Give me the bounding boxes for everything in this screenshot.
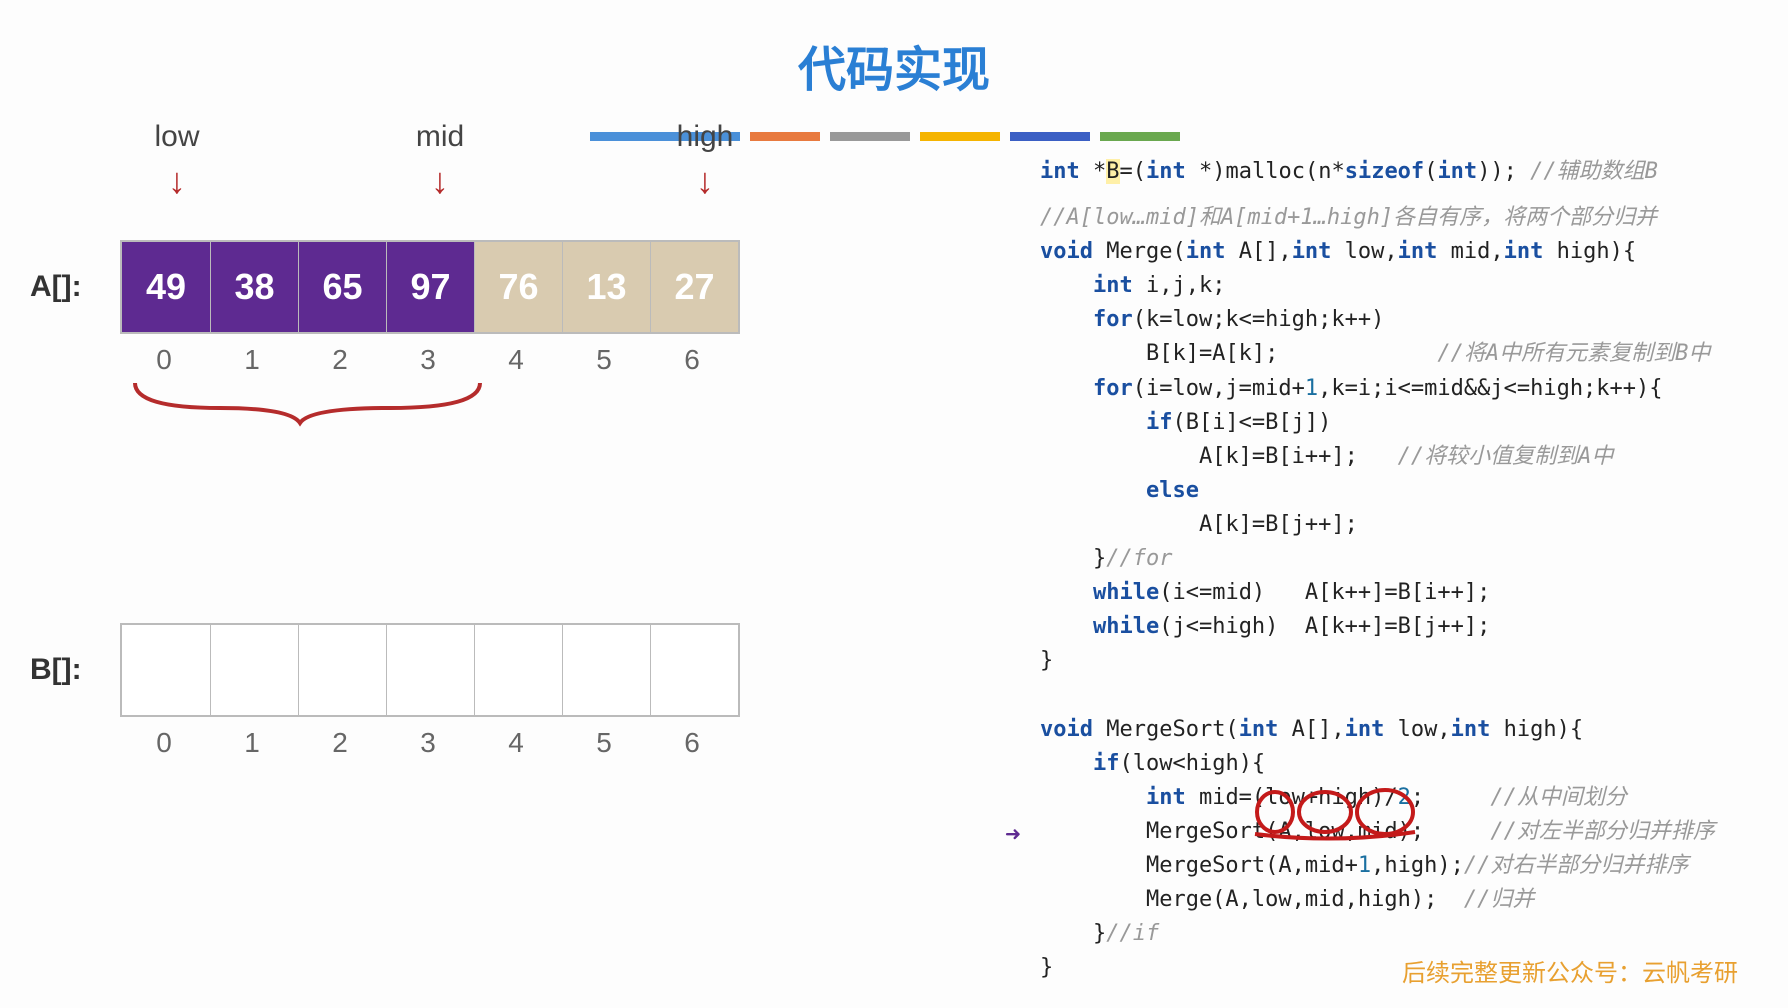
index: 2 bbox=[296, 727, 384, 759]
index: 2 bbox=[296, 344, 384, 376]
cell bbox=[562, 625, 650, 715]
stripe bbox=[920, 132, 1000, 141]
array-a-row: A[]: 49 38 65 97 76 13 27 bbox=[30, 240, 810, 334]
code-line: else bbox=[1040, 474, 1715, 508]
pointer-high: high↓ bbox=[670, 120, 740, 202]
code-line: A[k]=B[i++]; //将较小值复制到A中 bbox=[1040, 440, 1715, 474]
index: 0 bbox=[120, 727, 208, 759]
code-line: Merge(A,low,mid,high); //归并 bbox=[1040, 883, 1715, 917]
index: 1 bbox=[208, 727, 296, 759]
index: 4 bbox=[472, 344, 560, 376]
code-line: int *B=(int *)malloc(n*sizeof(int)); //辅… bbox=[1040, 155, 1715, 189]
cell bbox=[386, 625, 474, 715]
code-line: int mid=(low+high)/2; //从中间划分 bbox=[1040, 781, 1715, 815]
pointer-mid: mid↓ bbox=[405, 120, 475, 202]
code-line: }//if bbox=[1040, 917, 1715, 951]
stripe bbox=[830, 132, 910, 141]
arrow-down-icon: ↓ bbox=[670, 160, 740, 202]
code-line: void Merge(int A[],int low,int mid,int h… bbox=[1040, 235, 1715, 269]
code-line: if(low<high){ bbox=[1040, 747, 1715, 781]
index: 5 bbox=[560, 344, 648, 376]
code-line: }//for bbox=[1040, 542, 1715, 576]
stripe bbox=[1100, 132, 1180, 141]
code-line: for(k=low;k<=high;k++) bbox=[1040, 303, 1715, 337]
cell: 65 bbox=[298, 242, 386, 332]
array-diagram: low↓ mid↓ high↓ A[]: 49 38 65 97 76 13 2… bbox=[30, 120, 810, 759]
execution-pointer-icon: ➜ bbox=[1005, 815, 1021, 855]
code-line: void MergeSort(int A[],int low,int high)… bbox=[1040, 713, 1715, 747]
arrow-down-icon: ↓ bbox=[142, 160, 212, 202]
cell: 97 bbox=[386, 242, 474, 332]
index: 5 bbox=[560, 727, 648, 759]
cell bbox=[650, 625, 738, 715]
array-a-cells: 49 38 65 97 76 13 27 bbox=[120, 240, 740, 334]
cell: 13 bbox=[562, 242, 650, 332]
array-a-label: A[]: bbox=[30, 270, 120, 304]
cell: 38 bbox=[210, 242, 298, 332]
cell bbox=[122, 625, 210, 715]
code-line: MergeSort(A,mid+1,high);//对右半部分归并排序 bbox=[1040, 849, 1715, 883]
cell bbox=[210, 625, 298, 715]
code-line: A[k]=B[j++]; bbox=[1040, 508, 1715, 542]
array-b-cells bbox=[120, 623, 740, 717]
index: 3 bbox=[384, 344, 472, 376]
code-line: int i,j,k; bbox=[1040, 269, 1715, 303]
code-line: } bbox=[1040, 644, 1715, 678]
array-b-row: B[]: bbox=[30, 623, 810, 717]
code-line: while(i<=mid) A[k++]=B[i++]; bbox=[1040, 576, 1715, 610]
array-a-indices: 0 1 2 3 4 5 6 bbox=[120, 344, 810, 376]
page-title: 代码实现 bbox=[0, 0, 1788, 100]
index: 6 bbox=[648, 344, 736, 376]
index: 4 bbox=[472, 727, 560, 759]
code-line: ➜ MergeSort(A,low,mid); //对左半部分归并排序 bbox=[1040, 815, 1715, 849]
code-line: //A[low…mid]和A[mid+1…high]各自有序，将两个部分归并 bbox=[1040, 201, 1715, 235]
code-line: if(B[i]<=B[j]) bbox=[1040, 406, 1715, 440]
code-block: int *B=(int *)malloc(n*sizeof(int)); //辅… bbox=[1040, 155, 1715, 985]
cell bbox=[474, 625, 562, 715]
pointer-low: low↓ bbox=[142, 120, 212, 202]
code-line: B[k]=A[k]; //将A中所有元素复制到B中 bbox=[1040, 337, 1715, 371]
stripe bbox=[1010, 132, 1090, 141]
array-b-label: B[]: bbox=[30, 653, 120, 687]
index: 3 bbox=[384, 727, 472, 759]
cell: 27 bbox=[650, 242, 738, 332]
array-b-indices: 0 1 2 3 4 5 6 bbox=[120, 727, 810, 759]
brace-annotation bbox=[130, 378, 490, 428]
cell: 76 bbox=[474, 242, 562, 332]
arrow-down-icon: ↓ bbox=[405, 160, 475, 202]
index: 0 bbox=[120, 344, 208, 376]
cell: 49 bbox=[122, 242, 210, 332]
code-line: for(i=low,j=mid+1,k=i;i<=mid&&j<=high;k+… bbox=[1040, 372, 1715, 406]
cell bbox=[298, 625, 386, 715]
index: 1 bbox=[208, 344, 296, 376]
code-line bbox=[1040, 678, 1715, 712]
code-line: while(j<=high) A[k++]=B[j++]; bbox=[1040, 610, 1715, 644]
watermark-text: 后续完整更新公众号：云帆考研 bbox=[1402, 953, 1738, 988]
index: 6 bbox=[648, 727, 736, 759]
